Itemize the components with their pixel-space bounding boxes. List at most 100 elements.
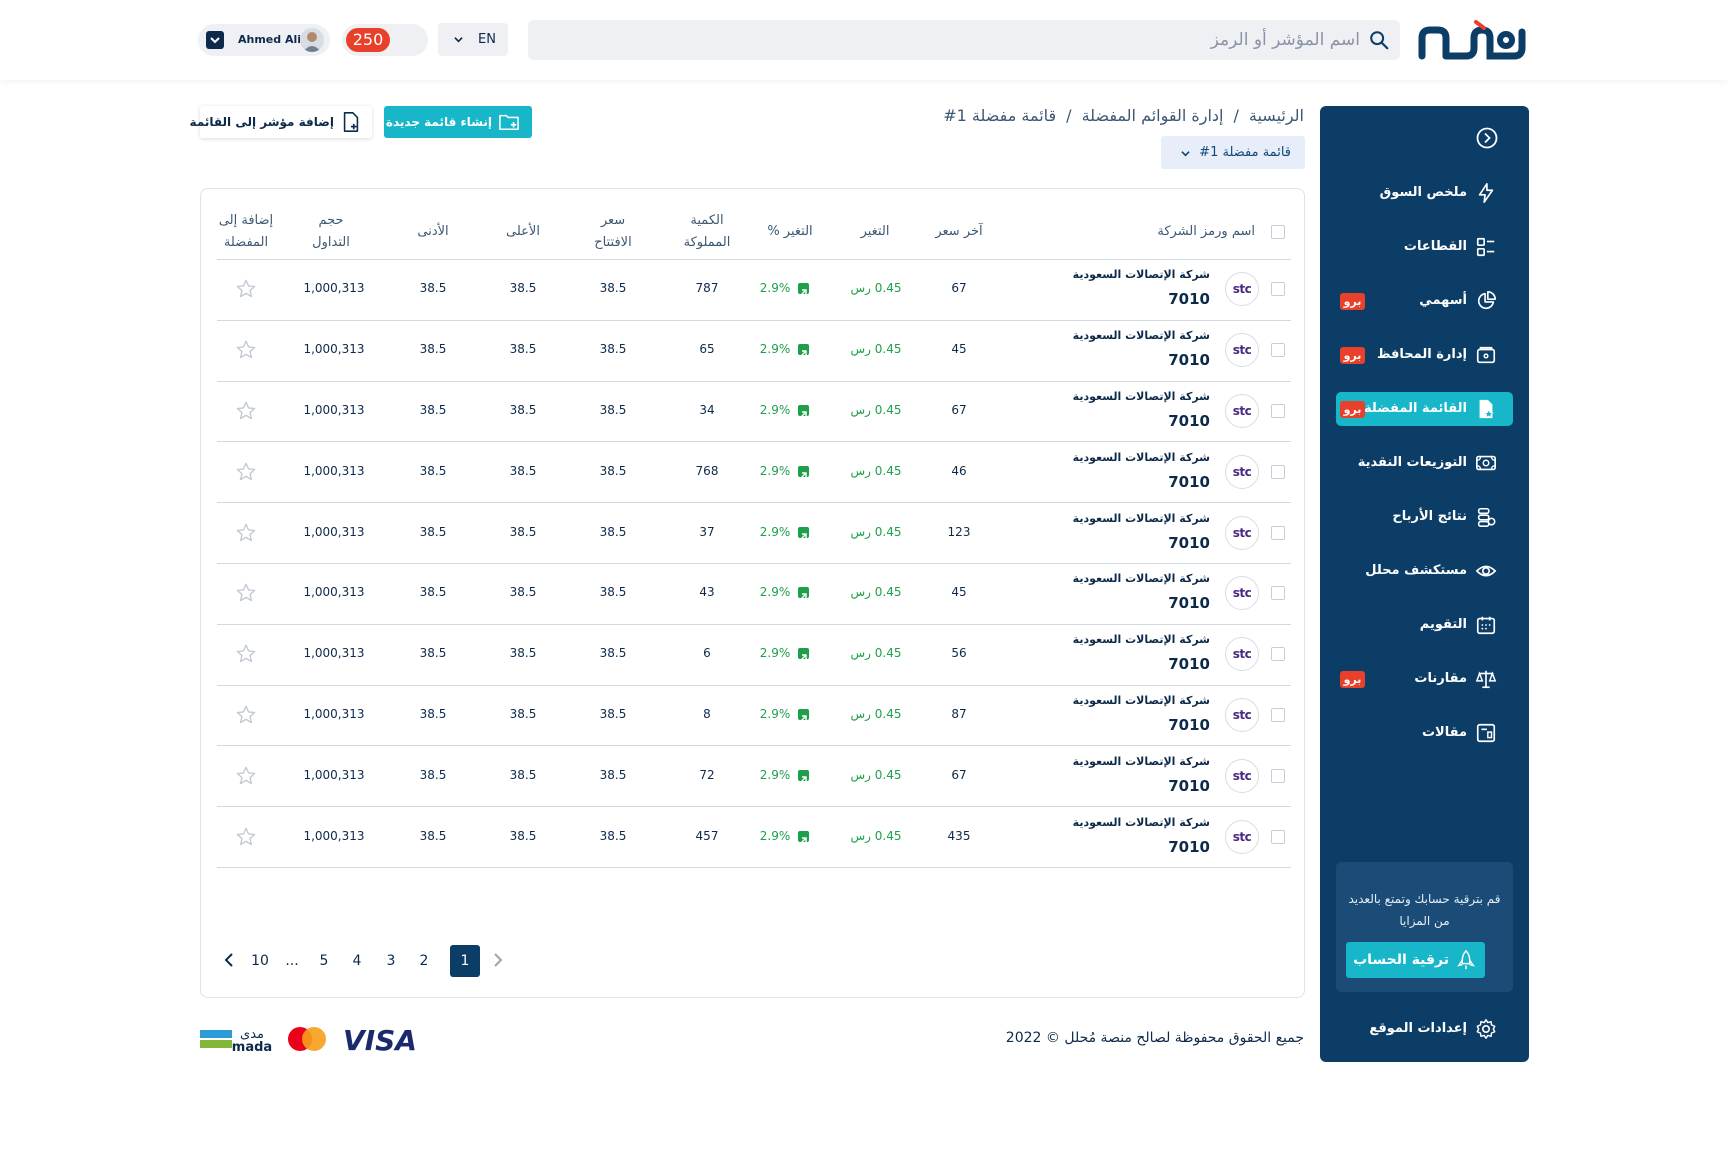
row-checkbox[interactable]: [1271, 586, 1285, 601]
quantity: 8: [703, 707, 711, 721]
chevron-left-icon[interactable]: [221, 951, 239, 969]
sidebar-item-comparisons[interactable]: مقارنات برو: [1336, 662, 1513, 696]
company-name[interactable]: شركة الإتصالات السعودية: [1073, 451, 1210, 464]
last-price: 45: [951, 342, 967, 357]
trend-up-icon: [798, 405, 809, 418]
avatar[interactable]: [300, 28, 324, 52]
user-dropdown-icon[interactable]: [206, 31, 224, 49]
chevron-right-icon[interactable]: [488, 951, 506, 969]
favorite-list-dropdown[interactable]: قائمة مفضلة 1#: [1161, 136, 1305, 169]
add-index-button[interactable]: إضافة مؤشر إلى القائمة: [190, 106, 372, 138]
company-code: 7010: [1168, 776, 1210, 795]
favorite-list-icon: [1479, 399, 1494, 419]
sidebar-item-calendar[interactable]: التقويم: [1336, 608, 1513, 642]
company-logo: stc: [1225, 576, 1259, 611]
search-bar[interactable]: اسم المؤشر أو الرمز: [528, 20, 1400, 60]
company-logo-text: stc: [1232, 647, 1252, 662]
star-icon[interactable]: [235, 704, 257, 726]
row-checkbox[interactable]: [1271, 525, 1285, 540]
company-name[interactable]: شركة الإتصالات السعودية: [1073, 572, 1210, 585]
row-checkbox[interactable]: [1271, 647, 1285, 662]
row-checkbox[interactable]: [1271, 282, 1285, 297]
star-icon[interactable]: [235, 339, 257, 361]
company-logo-text: stc: [1232, 343, 1252, 358]
high-price: 38.5: [509, 646, 537, 661]
user-menu[interactable]: Ahmed Ali: [198, 24, 330, 56]
sidebar-item-my-stocks[interactable]: أسهمي برو: [1336, 284, 1513, 318]
change-pct: 2.9%: [759, 585, 791, 600]
company-name[interactable]: شركة الإتصالات السعودية: [1073, 512, 1210, 525]
company-name[interactable]: شركة الإتصالات السعودية: [1073, 633, 1210, 646]
breadcrumb-home[interactable]: الرئيسية: [1249, 106, 1304, 125]
breadcrumb-manage-lists[interactable]: إدارة القوائم المفضلة: [1082, 106, 1224, 125]
favorites-table-card: اسم ورمز الشركة آخر سعر التغير التغير % …: [200, 188, 1305, 998]
company-name[interactable]: شركة الإتصالات السعودية: [1073, 390, 1210, 403]
sidebar-item-portfolios[interactable]: إدارة المحافظ برو: [1336, 338, 1513, 372]
page-5[interactable]: 5: [309, 945, 339, 977]
page-10[interactable]: 10: [245, 945, 275, 977]
star-icon[interactable]: [235, 582, 257, 604]
low-price: 38.5: [419, 707, 447, 721]
company-logo: stc: [1225, 454, 1259, 489]
change-value: 0.45 رس: [850, 828, 902, 843]
header-open: سعر الافتتاح: [594, 213, 632, 250]
company-name[interactable]: شركة الإتصالات السعودية: [1073, 816, 1210, 829]
language-select[interactable]: EN: [438, 23, 508, 56]
star-icon[interactable]: [235, 765, 257, 787]
sidebar-item-settings[interactable]: إعدادات الموقع: [1336, 1012, 1513, 1046]
quantity: 37: [699, 524, 715, 539]
open-price: 38.5: [599, 524, 627, 539]
muhallil-logo[interactable]: [1418, 18, 1530, 66]
sidebar-item-earnings[interactable]: نتائج الأرباح: [1336, 500, 1513, 534]
row-checkbox[interactable]: [1271, 464, 1285, 479]
change-value: 0.45 رس: [850, 767, 902, 782]
collapse-sidebar-icon[interactable]: [1475, 126, 1499, 150]
row-checkbox[interactable]: [1271, 768, 1285, 783]
sidebar-item-favorites[interactable]: القائمة المفضلة برو: [1336, 392, 1513, 426]
sidebar-item-sectors[interactable]: القطاعات: [1336, 230, 1513, 264]
low-price: 38.5: [419, 281, 447, 296]
sidebar-item-dividends[interactable]: التوزيعات النقدية: [1336, 446, 1513, 480]
page-3[interactable]: 3: [376, 945, 406, 977]
sidebar-item-explorer[interactable]: مستكشف محلل: [1336, 554, 1513, 588]
gear-icon: [1476, 1019, 1496, 1039]
company-name[interactable]: شركة الإتصالات السعودية: [1073, 268, 1210, 281]
star-icon[interactable]: [235, 522, 257, 544]
page-4[interactable]: 4: [342, 945, 372, 977]
star-icon[interactable]: [235, 461, 257, 483]
company-name[interactable]: شركة الإتصالات السعودية: [1073, 329, 1210, 342]
select-all-checkbox[interactable]: [1271, 225, 1285, 239]
add-index-label: إضافة مؤشر إلى القائمة: [189, 115, 334, 129]
last-price: 123: [947, 524, 971, 539]
row-checkbox[interactable]: [1271, 829, 1285, 844]
points-pill[interactable]: 250: [342, 24, 428, 56]
company-logo-text: stc: [1232, 768, 1252, 783]
last-price: 67: [951, 281, 967, 296]
company-name[interactable]: شركة الإتصالات السعودية: [1073, 694, 1210, 707]
coins-icon: [1477, 507, 1496, 527]
open-price: 38.5: [599, 403, 627, 417]
create-list-button[interactable]: إنشاء قائمة جديدة: [384, 106, 532, 138]
page-1[interactable]: 1: [450, 945, 480, 977]
row-checkbox[interactable]: [1271, 404, 1285, 418]
star-icon[interactable]: [235, 826, 257, 848]
company-logo-text: stc: [1232, 464, 1252, 479]
page-2[interactable]: 2: [409, 945, 439, 977]
sidebar-item-articles[interactable]: مقالات: [1336, 716, 1513, 750]
sidebar-item-market-summary[interactable]: ملخص السوق: [1336, 176, 1513, 210]
star-icon[interactable]: [235, 643, 257, 665]
row-checkbox[interactable]: [1271, 343, 1285, 358]
volume: 1,000,313: [303, 463, 365, 478]
upgrade-button[interactable]: ترقية الحساب: [1346, 942, 1485, 978]
company-logo: stc: [1225, 758, 1259, 793]
star-icon[interactable]: [235, 400, 257, 422]
company-logo-text: stc: [1232, 708, 1252, 722]
company-name[interactable]: شركة الإتصالات السعودية: [1073, 755, 1210, 768]
last-price: 67: [951, 767, 967, 782]
sidebar-item-label: مقالات: [1421, 725, 1467, 740]
row-checkbox[interactable]: [1271, 708, 1285, 722]
volume: 1,000,313: [303, 342, 365, 357]
change-value: 0.45 رس: [850, 646, 902, 661]
search-icon[interactable]: [1368, 29, 1390, 51]
star-icon[interactable]: [235, 278, 257, 300]
